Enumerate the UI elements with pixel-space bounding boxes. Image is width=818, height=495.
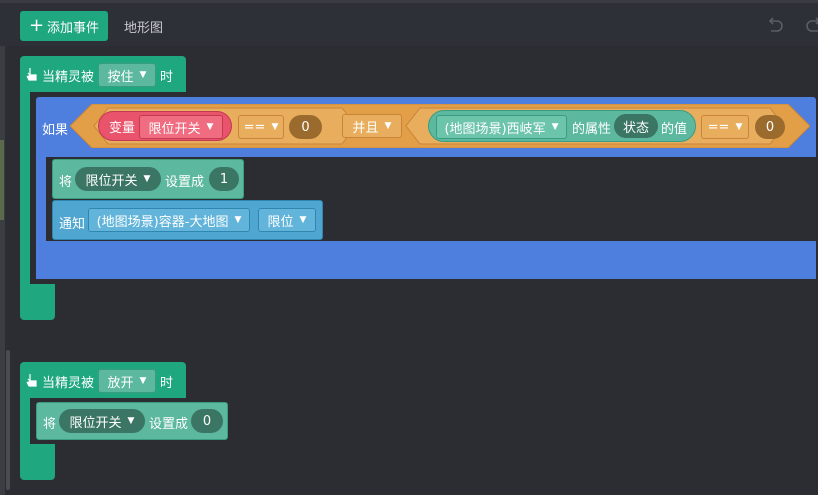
- value-text-2: 0: [765, 119, 775, 135]
- trigger-dropdown[interactable]: 按住 ▼: [98, 63, 156, 87]
- logic-value: 并且: [352, 120, 379, 136]
- chevron-down-icon: ▼: [143, 174, 151, 184]
- variable-name-dropdown[interactable]: 限位开关 ▼: [139, 115, 223, 139]
- object-dropdown[interactable]: (地图场景)西岐军 ▼: [436, 115, 567, 139]
- set-label: 将: [43, 417, 57, 432]
- notify-block[interactable]: 通知 (地图场景)容器-大地图 ▼ 限位 ▼: [52, 200, 323, 240]
- operator-value-2: ==: [707, 119, 730, 135]
- property-value[interactable]: 状态: [614, 114, 658, 138]
- set-value-text: 1: [219, 171, 229, 187]
- operator-dropdown-2[interactable]: == ▼: [701, 115, 749, 139]
- notify-target-value: (地图场景)容器-大地图: [96, 214, 229, 230]
- set-variable-block-2[interactable]: 将 限位开关 ▼ 设置成 0: [36, 402, 228, 440]
- if-c-arm: [36, 157, 46, 241]
- set-variable-block[interactable]: 将 限位开关 ▼ 设置成 1: [52, 159, 244, 199]
- vertical-scrollbar[interactable]: [6, 350, 10, 490]
- event-c-arm: [20, 92, 30, 284]
- set-value-text: 0: [202, 413, 212, 429]
- operator-value: ==: [243, 119, 266, 135]
- event-prefix-label: 当精灵被: [42, 70, 95, 85]
- set-to-label: 设置成: [149, 417, 189, 432]
- variable-dropdown[interactable]: 限位开关 ▼: [59, 409, 145, 433]
- chevron-down-icon: ▼: [234, 215, 242, 225]
- plus-icon: +: [28, 15, 45, 36]
- variable-dropdown[interactable]: 限位开关 ▼: [75, 167, 161, 191]
- chevron-down-icon: ▼: [206, 122, 214, 132]
- trigger-dropdown[interactable]: 放开 ▼: [98, 369, 156, 393]
- variable-value: 限位开关: [69, 415, 122, 431]
- value-input[interactable]: 0: [289, 115, 322, 139]
- chevron-down-icon: ▼: [735, 122, 743, 132]
- event2-c-bottom: [20, 444, 55, 480]
- notify-label: 通知: [59, 217, 86, 232]
- property-label: 的属性: [572, 122, 612, 137]
- event-c-bottom: [20, 284, 55, 320]
- notify-target-dropdown[interactable]: (地图场景)容器-大地图 ▼: [88, 208, 250, 232]
- undo-icon[interactable]: [765, 14, 785, 34]
- logic-dropdown[interactable]: 并且 ▼: [342, 114, 402, 138]
- if-c-bottom: [36, 241, 816, 279]
- if-label: 如果: [42, 123, 69, 138]
- trigger-value: 放开: [107, 375, 134, 391]
- top-divider: [0, 0, 818, 3]
- left-edge-accent: [0, 140, 4, 220]
- chevron-down-icon: ▼: [384, 121, 392, 131]
- value-input-2[interactable]: 0: [755, 115, 785, 139]
- set-value-input[interactable]: 0: [191, 409, 223, 433]
- variable-name-value: 限位开关: [148, 121, 201, 137]
- event-hat-block-press[interactable]: 当精灵被 按住 ▼ 时: [20, 56, 186, 92]
- redo-icon[interactable]: [804, 14, 818, 34]
- value-text: 0: [301, 119, 310, 135]
- tab-terrain-map[interactable]: 地形图: [124, 17, 163, 36]
- chevron-down-icon: ▼: [139, 70, 147, 80]
- chevron-down-icon: ▼: [551, 122, 559, 132]
- variable-label: 变量: [109, 120, 136, 136]
- event-suffix-label: 时: [160, 70, 174, 85]
- event2-c-arm: [20, 398, 30, 444]
- hand-pointer-icon: [26, 68, 37, 81]
- left-edge-strip: [0, 46, 5, 495]
- event-prefix-label: 当精灵被: [42, 376, 95, 391]
- event-suffix-label: 时: [160, 376, 174, 391]
- chevron-down-icon: ▼: [299, 215, 307, 225]
- notify-message-value: 限位: [267, 214, 294, 230]
- chevron-down-icon: ▼: [127, 416, 135, 426]
- add-event-button[interactable]: + 添加事件: [20, 11, 108, 41]
- notify-message-dropdown[interactable]: 限位 ▼: [258, 208, 316, 232]
- variable-value: 限位开关: [85, 173, 138, 189]
- value-label: 的值: [661, 122, 688, 137]
- property-value-text: 状态: [622, 120, 649, 136]
- event-hat-block-release[interactable]: 当精灵被 放开 ▼ 时: [20, 362, 186, 398]
- set-to-label: 设置成: [165, 175, 205, 190]
- object-value: (地图场景)西岐军: [444, 121, 546, 137]
- top-toolbar: [0, 0, 818, 46]
- set-label: 将: [59, 175, 73, 190]
- hand-pointer-icon: [26, 374, 37, 387]
- chevron-down-icon: ▼: [271, 122, 279, 132]
- chevron-down-icon: ▼: [139, 376, 147, 386]
- add-event-label: 添加事件: [47, 20, 100, 36]
- operator-dropdown[interactable]: == ▼: [238, 115, 284, 139]
- set-value-input[interactable]: 1: [209, 167, 239, 191]
- trigger-value: 按住: [107, 69, 134, 85]
